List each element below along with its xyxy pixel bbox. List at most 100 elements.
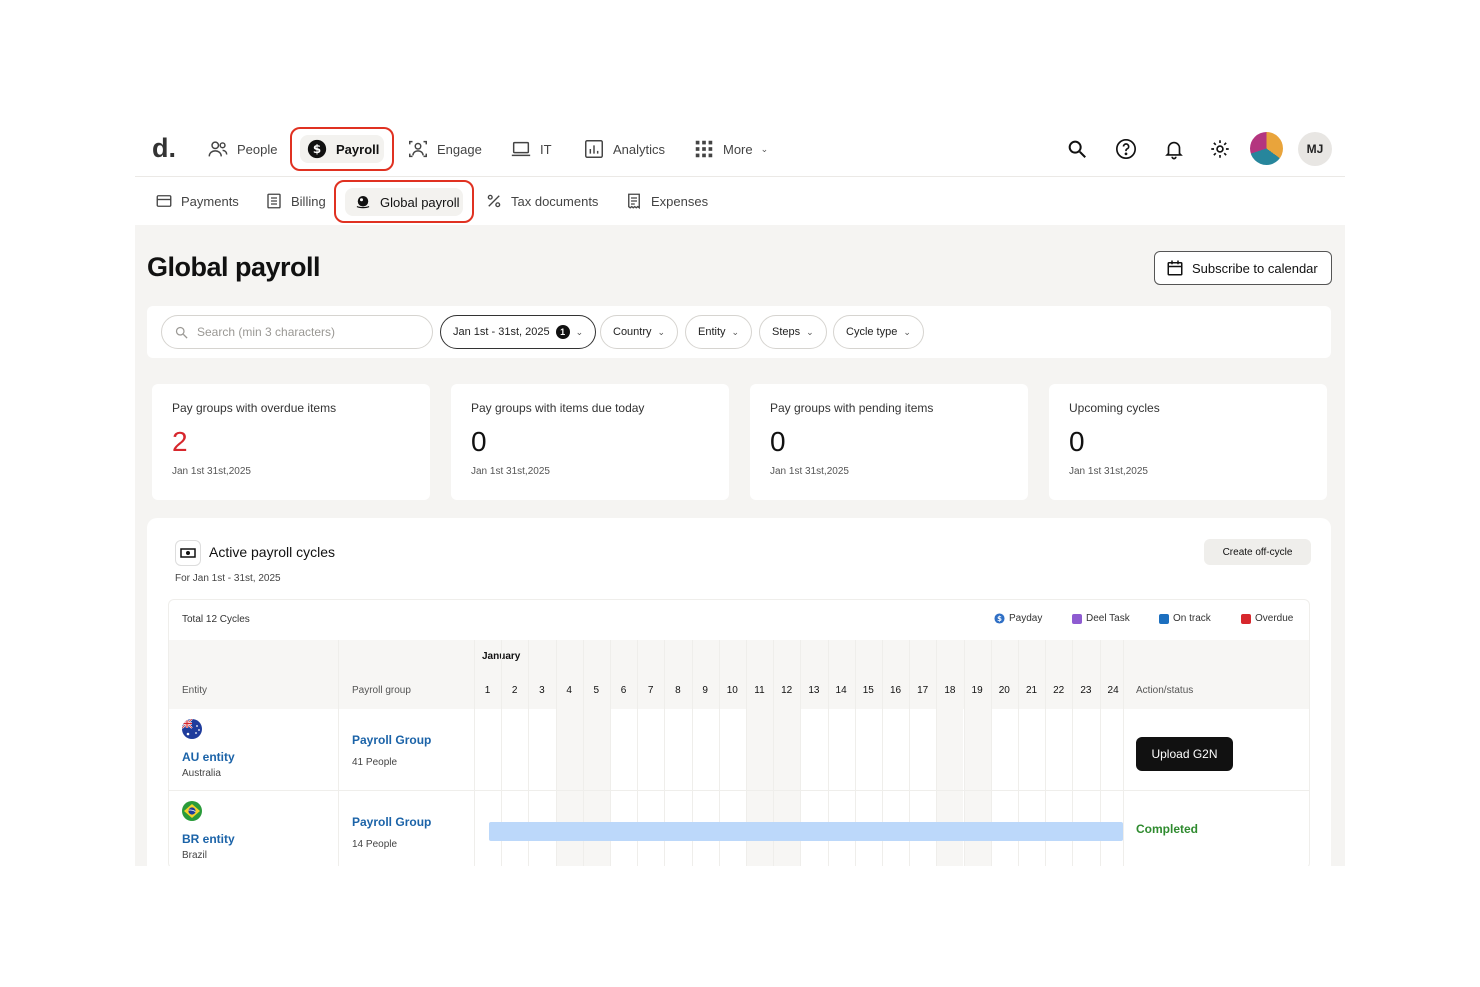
upload-g2n-button[interactable]: Upload G2N (1136, 737, 1233, 771)
nav-it[interactable]: IT (510, 134, 552, 164)
nav-more-label: More (723, 141, 753, 157)
card-date: Jan 1st 31st,2025 (1069, 466, 1148, 477)
subnav-billing[interactable]: Billing (265, 189, 326, 213)
table-header: January Entity Payroll group Action/stat… (169, 640, 1309, 709)
day-header: 7 (647, 685, 654, 696)
nav-people-label: People (237, 141, 278, 157)
country-filter[interactable]: Country ⌄ (600, 315, 679, 349)
dollar-circle-icon: $ (307, 139, 327, 159)
nav-engage[interactable]: Engage (407, 134, 482, 164)
day-header: 1 (484, 685, 491, 696)
chevron-down-icon: ⌄ (806, 326, 814, 337)
billing-icon (267, 193, 281, 209)
entity-filter-label: Entity (698, 326, 726, 338)
card-value: 2 (172, 426, 188, 457)
search-input[interactable]: Search (min 3 characters) (161, 315, 433, 349)
column-payroll-group: Payroll group (352, 685, 411, 696)
subnav-tax-documents[interactable]: Tax documents (485, 189, 598, 213)
day-header: 4 (566, 685, 572, 696)
deel-logo[interactable]: d. (152, 133, 176, 164)
legend-on-track: On track (1159, 613, 1211, 624)
day-header: 12 (781, 685, 793, 696)
subscribe-calendar-button[interactable]: Subscribe to calendar (1154, 251, 1332, 285)
nav-more[interactable]: More ⌄ (693, 134, 768, 164)
panel-subtitle: For Jan 1st - 31st, 2025 (175, 573, 281, 584)
dollar-circle-icon: $ (994, 613, 1005, 624)
page-title: Global payroll (147, 252, 321, 282)
steps-filter[interactable]: Steps ⌄ (759, 315, 827, 349)
summary-card-overdue[interactable]: Pay groups with overdue items 2 Jan 1st … (152, 384, 430, 500)
status-completed: Completed (1136, 822, 1199, 836)
percent-icon (487, 194, 501, 208)
payroll-group-link[interactable]: Payroll Group (352, 733, 431, 747)
day-header: 21 (1025, 685, 1038, 696)
user-avatar[interactable]: MJ (1298, 132, 1332, 166)
nav-people[interactable]: People (207, 134, 277, 164)
search-icon (1068, 140, 1086, 158)
subnav-payments[interactable]: Payments (155, 189, 239, 213)
day-header: 16 (889, 685, 902, 696)
day-header: 9 (702, 685, 708, 696)
chart-icon (585, 140, 603, 158)
nav-it-label: IT (540, 141, 552, 157)
entity-link[interactable]: AU entity (182, 750, 235, 764)
chevron-down-icon: ⌄ (903, 326, 911, 337)
subnav-expenses[interactable]: Expenses (625, 189, 708, 213)
cycle-type-filter[interactable]: Cycle type ⌄ (833, 315, 924, 349)
cycle-timeline-bar[interactable] (489, 822, 1123, 841)
sub-navigation: Payments Billing Global payroll Tax docu… (135, 177, 1345, 225)
search-button[interactable] (1064, 136, 1090, 162)
grid-icon (695, 140, 713, 158)
legend-swatch (1241, 613, 1251, 624)
column-divider (474, 640, 475, 866)
calendar-icon (1167, 260, 1183, 276)
date-range-label: Jan 1st - 31st, 2025 (453, 326, 550, 338)
help-button[interactable] (1113, 136, 1139, 162)
day-header: 13 (808, 685, 820, 696)
cash-icon (175, 540, 201, 566)
entity-country: Brazil (182, 850, 208, 861)
active-payroll-cycles-panel: Active payroll cycles For Jan 1st - 31st… (147, 518, 1331, 866)
day-header: 10 (726, 685, 738, 696)
svg-text:$: $ (313, 142, 321, 156)
payroll-group-people: 41 People (352, 757, 398, 768)
help-icon (1116, 139, 1136, 159)
day-header: 8 (675, 685, 681, 696)
card-date: Jan 1st 31st,2025 (471, 466, 550, 477)
payroll-group-link[interactable]: Payroll Group (352, 815, 431, 829)
panel-title: Active payroll cycles (209, 544, 336, 560)
settings-button[interactable] (1207, 136, 1233, 162)
summary-card-pending[interactable]: Pay groups with pending items 0 Jan 1st … (750, 384, 1028, 500)
weekend-shade (773, 709, 801, 866)
legend-swatch (1159, 613, 1169, 624)
steps-filter-label: Steps (772, 326, 801, 338)
subnav-payments-label: Payments (181, 193, 239, 209)
nav-analytics[interactable]: Analytics (583, 134, 665, 164)
nav-analytics-label: Analytics (613, 141, 666, 157)
row-divider (169, 790, 1309, 791)
weekend-shade (936, 709, 964, 866)
day-header: 20 (998, 685, 1010, 696)
create-off-cycle-button[interactable]: Create off-cycle (1204, 539, 1311, 565)
nav-payroll[interactable]: $ Payroll (300, 135, 384, 163)
card-date: Jan 1st 31st,2025 (172, 466, 251, 477)
column-action-status: Action/status (1136, 685, 1194, 696)
entity-link[interactable]: BR entity (182, 832, 235, 846)
notifications-button[interactable] (1161, 136, 1187, 162)
column-divider (1123, 640, 1124, 866)
day-header: 17 (917, 685, 929, 696)
summary-card-upcoming[interactable]: Upcoming cycles 0 Jan 1st 31st,2025 (1049, 384, 1327, 500)
day-header: 23 (1080, 685, 1092, 696)
people-icon (208, 141, 228, 157)
date-range-filter[interactable]: Jan 1st - 31st, 2025 1 ⌄ (440, 315, 597, 349)
chevron-down-icon: ⌄ (575, 326, 584, 337)
laptop-icon (511, 141, 531, 157)
summary-card-due-today[interactable]: Pay groups with items due today 0 Jan 1s… (451, 384, 729, 500)
entity-filter[interactable]: Entity ⌄ (685, 315, 753, 349)
workspace-avatar[interactable] (1250, 132, 1283, 165)
subnav-global-payroll-label: Global payroll (380, 194, 460, 210)
day-header: 18 (944, 685, 956, 696)
subnav-global-payroll[interactable]: Global payroll (345, 188, 463, 216)
entity-country: Australia (182, 768, 221, 779)
day-header: 15 (862, 685, 874, 696)
